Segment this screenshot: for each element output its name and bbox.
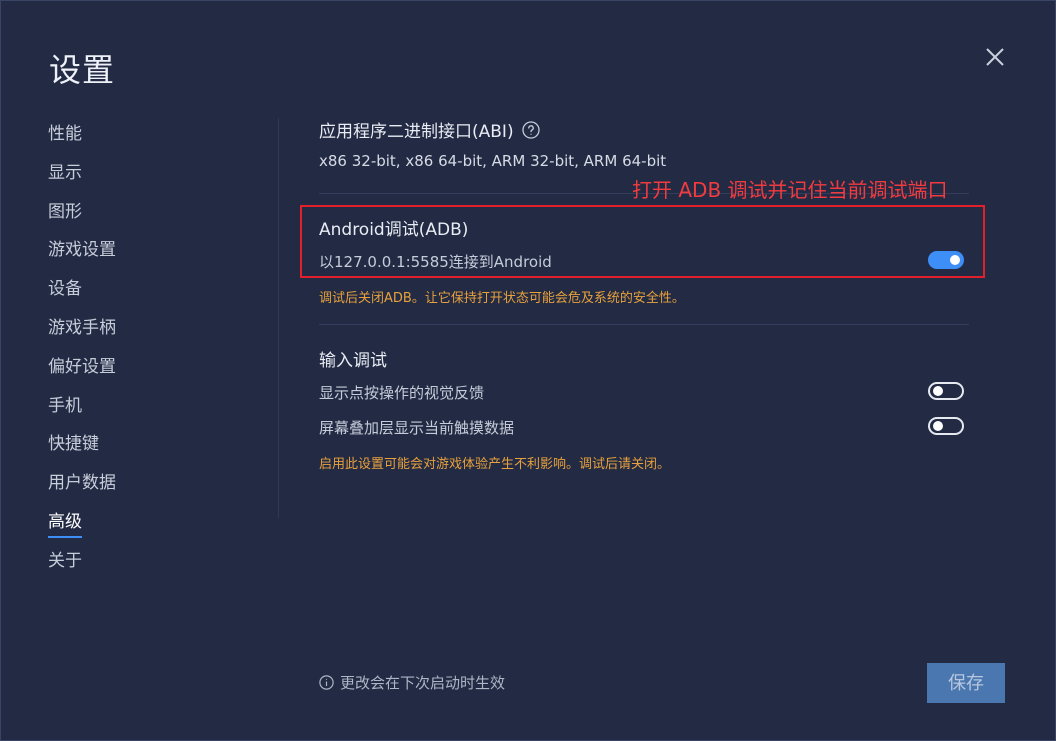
sidebar-item-user-data[interactable]: 用户数据	[48, 464, 268, 503]
sidebar-item-advanced[interactable]: 高级	[48, 503, 268, 542]
sidebar-item-shortcuts[interactable]: 快捷键	[48, 425, 268, 464]
save-button[interactable]: 保存	[927, 663, 1005, 703]
toggle-knob	[933, 386, 943, 396]
touch-overlay-label: 屏幕叠加层显示当前触摸数据	[319, 419, 515, 437]
adb-warning: 调试后关闭ADB。让它保持打开状态可能会危及系统的安全性。	[319, 291, 685, 306]
sidebar-divider	[278, 118, 279, 518]
sidebar-item-phone[interactable]: 手机	[48, 387, 268, 426]
help-icon[interactable]	[521, 121, 540, 139]
sidebar-item-display[interactable]: 显示	[48, 154, 268, 193]
info-icon	[319, 675, 334, 690]
sidebar-item-device[interactable]: 设备	[48, 270, 268, 309]
sidebar-item-graphics[interactable]: 图形	[48, 193, 268, 232]
dialog-title: 设置	[49, 51, 116, 89]
restart-note-text: 更改会在下次启动时生效	[340, 674, 506, 692]
sidebar-item-label: 高级	[48, 511, 82, 538]
annotation-text: 打开 ADB 调试并记住当前调试端口	[632, 178, 948, 202]
sidebar-item-label: 关于	[48, 550, 82, 571]
sidebar-item-about[interactable]: 关于	[48, 542, 268, 581]
abi-value: x86 32-bit, x86 64-bit, ARM 32-bit, ARM …	[319, 152, 667, 170]
input-debug-warning: 启用此设置可能会对游戏体验产生不利影响。调试后请关闭。	[319, 457, 671, 472]
close-icon	[986, 48, 1004, 66]
sidebar-item-label: 游戏手柄	[48, 317, 116, 338]
divider	[319, 324, 969, 325]
touch-overlay-toggle[interactable]	[928, 417, 964, 435]
sidebar-item-label: 图形	[48, 201, 82, 222]
input-debug-section-title: 输入调试	[319, 351, 387, 371]
close-button[interactable]	[983, 45, 1007, 69]
sidebar-nav: 性能 显示 图形 游戏设置 设备 游戏手柄 偏好设置 手机 快捷键 用户数据 高…	[48, 115, 268, 581]
restart-note: 更改会在下次启动时生效	[319, 672, 505, 693]
sidebar-item-label: 手机	[48, 395, 82, 416]
visual-feedback-label: 显示点按操作的视觉反馈	[319, 384, 485, 402]
sidebar-item-label: 偏好设置	[48, 356, 116, 377]
sidebar-item-label: 用户数据	[48, 473, 116, 494]
sidebar-item-label: 快捷键	[48, 434, 99, 455]
sidebar-item-game-settings[interactable]: 游戏设置	[48, 231, 268, 270]
toggle-knob	[933, 421, 943, 431]
sidebar-item-gamepad[interactable]: 游戏手柄	[48, 309, 268, 348]
visual-feedback-toggle[interactable]	[928, 382, 964, 400]
annotation-highlight-box	[300, 205, 985, 278]
abi-title-text: 应用程序二进制接口(ABI)	[319, 122, 514, 142]
sidebar-item-label: 性能	[48, 124, 82, 144]
sidebar-item-preferences[interactable]: 偏好设置	[48, 348, 268, 387]
sidebar-item-performance[interactable]: 性能	[48, 115, 268, 154]
settings-dialog: 设置 性能 显示 图形 游戏设置 设备 游戏手柄 偏好设置 手机 快捷键 用户数…	[0, 0, 1056, 741]
sidebar-item-label: 游戏设置	[48, 240, 116, 261]
sidebar-item-label: 设备	[48, 279, 82, 300]
sidebar-item-label: 显示	[48, 162, 82, 183]
abi-section-title: 应用程序二进制接口(ABI)	[319, 117, 540, 142]
